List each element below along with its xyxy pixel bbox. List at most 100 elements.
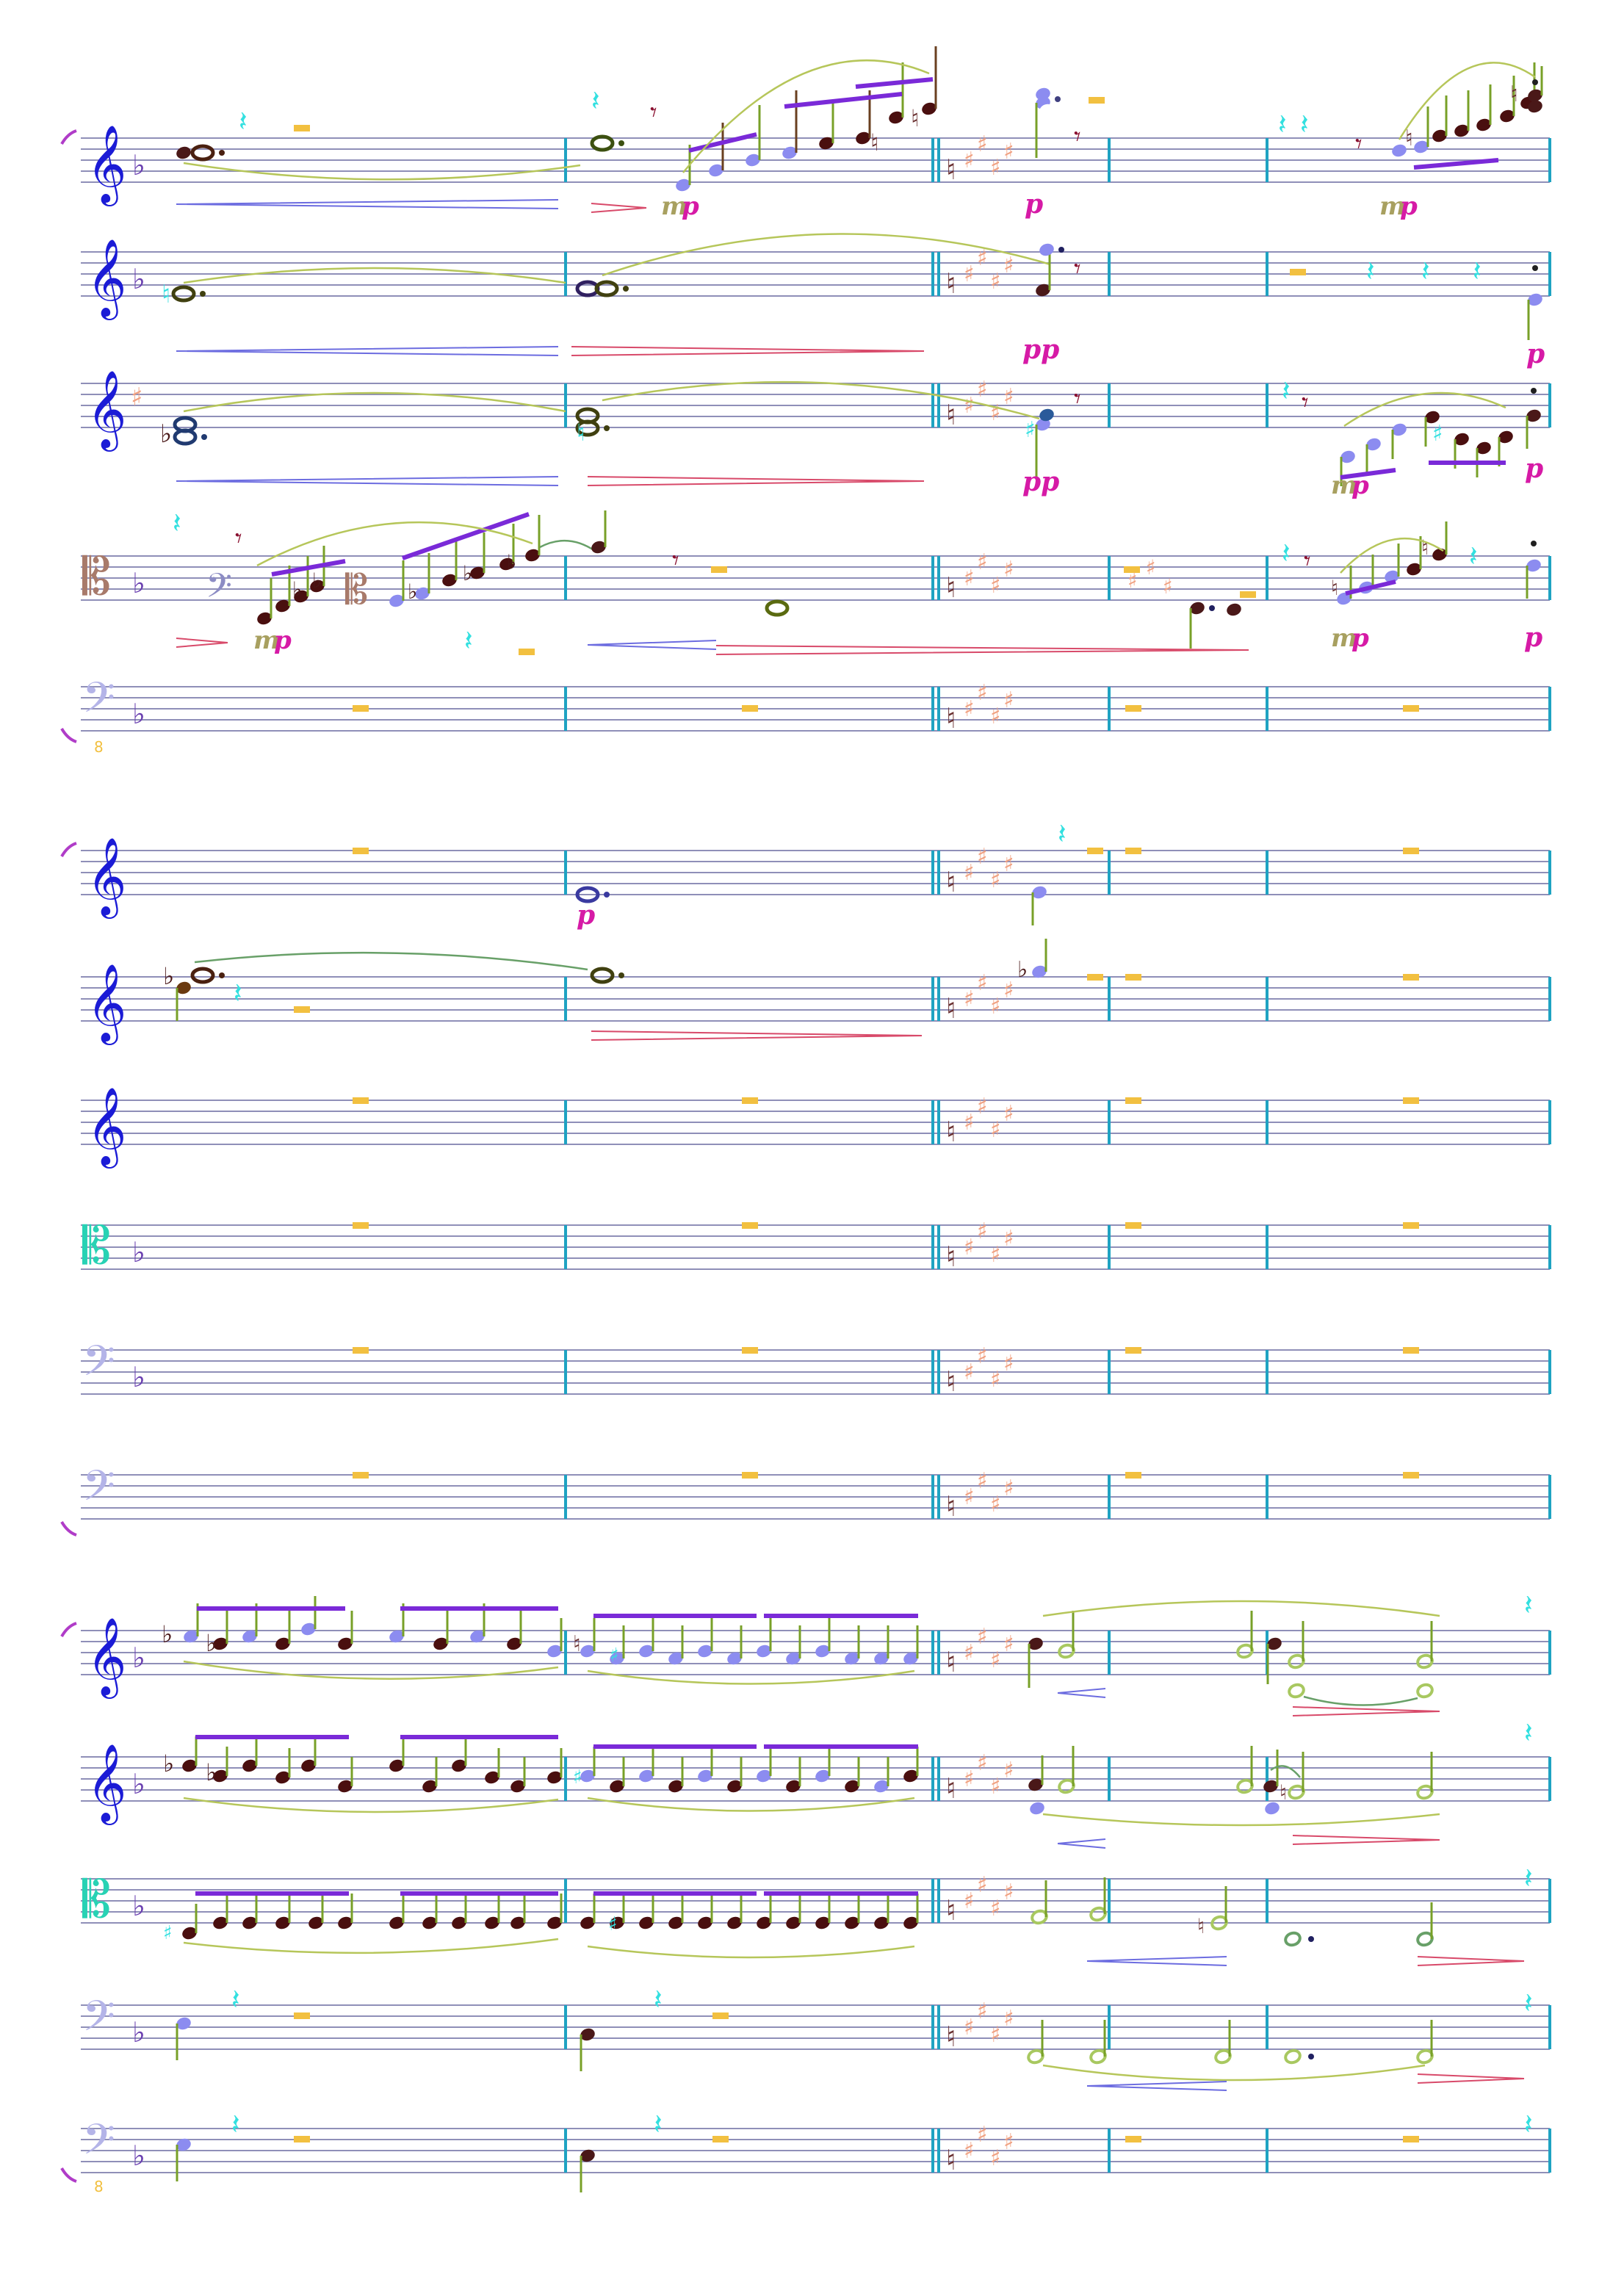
dynamic-marking: p bbox=[1351, 624, 1369, 653]
key-sharp-icon: ♯ bbox=[1003, 253, 1014, 278]
treble-clef-icon: 𝄞 bbox=[87, 238, 126, 320]
note-head bbox=[1039, 243, 1054, 256]
treble-clef-icon: 𝄞 bbox=[87, 837, 126, 919]
key-natural-icon: ♮ bbox=[946, 399, 956, 431]
whole-rest-icon bbox=[353, 1222, 369, 1229]
augmentation-dot bbox=[623, 286, 629, 292]
key-sharp-icon: ♯ bbox=[1003, 384, 1014, 410]
dynamic-marking: p bbox=[1526, 339, 1545, 369]
augmentation-dot bbox=[1058, 247, 1064, 253]
key-sharp-icon: ♯ bbox=[990, 269, 1001, 295]
staff-2-1 bbox=[81, 850, 1551, 895]
key-natural-icon: ♮ bbox=[946, 866, 956, 898]
whole-rest-icon bbox=[294, 125, 310, 131]
whole-rest-icon bbox=[1290, 269, 1306, 275]
key-flat-icon: ♭ bbox=[132, 263, 145, 295]
augmentation-dot bbox=[219, 972, 225, 978]
accidental-flat-icon: ♭ bbox=[163, 1750, 174, 1777]
accidental-flat-icon: ♭ bbox=[292, 577, 302, 602]
accidental-sharp-icon: ♯ bbox=[608, 1913, 618, 1935]
key-natural-icon: ♮ bbox=[946, 1772, 956, 1805]
whole-rest-icon bbox=[1125, 1472, 1141, 1479]
staff-1-3 bbox=[81, 383, 1551, 428]
key-flat-icon: ♭ bbox=[132, 698, 145, 730]
diminuendo-hairpin bbox=[715, 645, 1249, 655]
whole-rest-icon bbox=[1125, 1097, 1141, 1104]
note-head bbox=[1265, 1802, 1280, 1815]
whole-rest-icon bbox=[1125, 1222, 1141, 1229]
diminuendo-hairpin bbox=[1292, 1706, 1440, 1716]
treble-clef-icon: 𝄞 bbox=[87, 1086, 126, 1169]
slur bbox=[1042, 1600, 1440, 1617]
eighth-rest-icon: 𝄾 bbox=[650, 98, 657, 128]
whole-rest-icon bbox=[1403, 1347, 1419, 1354]
eighth-rest-icon: 𝄾 bbox=[1074, 254, 1081, 284]
crescendo-hairpin bbox=[176, 346, 559, 356]
key-natural-icon: ♮ bbox=[946, 2144, 956, 2176]
whole-note bbox=[190, 144, 215, 162]
eighth-rest-icon: 𝄾 bbox=[235, 524, 242, 554]
slur bbox=[587, 1797, 915, 1812]
whole-rest-icon bbox=[1403, 1222, 1419, 1229]
key-sharp-icon: ♯ bbox=[1003, 2129, 1014, 2155]
quarter-rest-icon: 𝄽 bbox=[231, 1983, 240, 2015]
key-sharp-icon: ♯ bbox=[1163, 574, 1173, 599]
dynamic-marking: pp bbox=[1022, 466, 1059, 497]
beam bbox=[1413, 158, 1499, 170]
diminuendo-hairpin bbox=[1292, 1835, 1440, 1845]
accidental-natural-icon: ♮ bbox=[1331, 576, 1338, 600]
key-sharp-icon: ♯ bbox=[964, 696, 975, 722]
accidental-flat-icon: ♭ bbox=[463, 561, 472, 585]
accidental-flat-icon: ♭ bbox=[162, 1620, 173, 1648]
accidental-sharp-icon: ♯ bbox=[1025, 417, 1036, 443]
key-sharp-icon: ♯ bbox=[990, 1492, 1001, 1517]
key-sharp-icon: ♯ bbox=[990, 1367, 1001, 1393]
augmentation-dot bbox=[1209, 605, 1215, 611]
key-sharp-icon: ♯ bbox=[977, 1468, 988, 1494]
whole-rest-icon bbox=[1125, 848, 1141, 854]
accidental-flat-icon: ♭ bbox=[408, 580, 417, 604]
key-sharp-icon: ♯ bbox=[990, 867, 1001, 893]
quarter-rest-icon: 𝄽 bbox=[234, 977, 242, 1009]
quarter-rest-icon: 𝄽 bbox=[1524, 1987, 1533, 2019]
whole-note bbox=[765, 599, 790, 617]
whole-rest-icon bbox=[294, 2136, 310, 2142]
quarter-rest-icon: 𝄽 bbox=[1524, 1862, 1533, 1894]
system-bracket-icon bbox=[60, 2167, 77, 2183]
key-sharp-icon: ♯ bbox=[964, 1640, 975, 1666]
key-sharp-icon: ♯ bbox=[1003, 1476, 1014, 1501]
key-natural-icon: ♮ bbox=[946, 702, 956, 734]
system-bracket-icon bbox=[60, 727, 77, 743]
whole-rest-icon bbox=[1125, 2136, 1141, 2142]
key-flat-icon: ♭ bbox=[132, 1890, 145, 1922]
augmentation-dot bbox=[604, 892, 610, 898]
quarter-rest-icon: 𝄽 bbox=[1366, 255, 1375, 287]
key-natural-icon: ♮ bbox=[946, 1894, 956, 1927]
slur bbox=[183, 267, 566, 284]
bass-clef-icon: 𝄢 bbox=[82, 1461, 115, 1521]
beam bbox=[855, 77, 934, 89]
whole-rest-icon bbox=[1403, 1097, 1419, 1104]
whole-rest-icon bbox=[1240, 591, 1256, 598]
crescendo-hairpin bbox=[1086, 2081, 1227, 2091]
key-sharp-icon: ♯ bbox=[990, 2022, 1001, 2048]
key-flat-icon: ♭ bbox=[132, 1642, 145, 1674]
quarter-rest-icon: 𝄽 bbox=[1278, 108, 1287, 140]
whole-rest-icon bbox=[1125, 705, 1141, 712]
score-page: 𝄞 ♭ ♮ ♯♯♯♯𝄞 ♭ ♮ ♯♯♯♯𝄞 ♯♮ ♯♯♯♯𝄡 ♭ ♮ ♯♯♯♯𝄢 ♭ ♮ ♯♯♯♯8𝄽𝄽 𝄾m… bbox=[60, 46, 1551, 2195]
accidental-natural-icon: ♮ bbox=[1421, 535, 1429, 560]
alto-clef-icon: 𝄡 bbox=[82, 546, 111, 607]
whole-rest-icon bbox=[1403, 848, 1419, 854]
accidental-natural-icon: ♮ bbox=[1280, 1780, 1287, 1805]
key-natural-icon: ♮ bbox=[946, 571, 956, 604]
staff-3-4 bbox=[81, 2004, 1551, 2050]
key-sharp-icon: ♯ bbox=[977, 1343, 988, 1369]
whole-rest-icon bbox=[353, 1347, 369, 1354]
slur bbox=[1042, 1813, 1440, 1827]
staff-2-5 bbox=[81, 1349, 1551, 1395]
key-sharp-icon: ♯ bbox=[1003, 1351, 1014, 1376]
accidental-flat-icon: ♭ bbox=[507, 550, 516, 574]
key-sharp-icon: ♯ bbox=[964, 860, 975, 886]
key-sharp-icon: ♯ bbox=[977, 1750, 988, 1776]
key-sharp-icon: ♯ bbox=[990, 573, 1001, 599]
